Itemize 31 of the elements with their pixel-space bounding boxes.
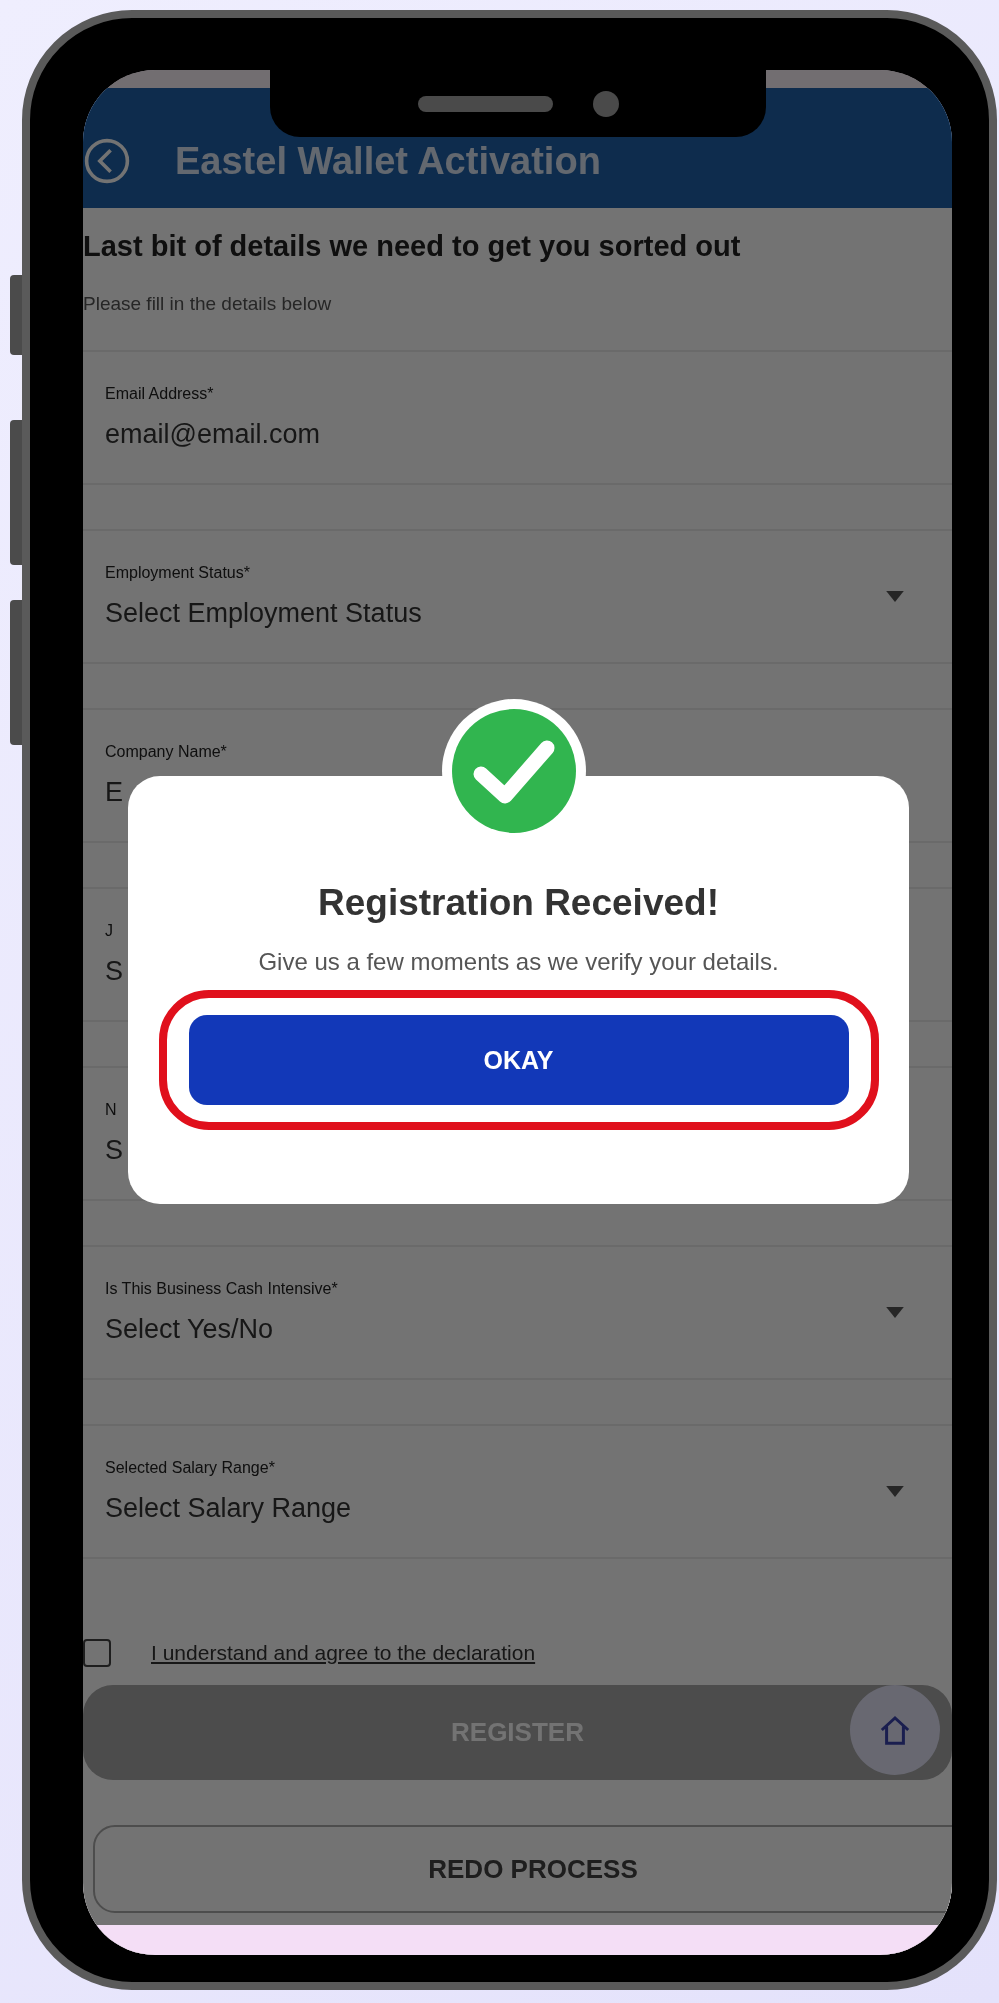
field-placeholder: E xyxy=(105,777,123,808)
field-label: Employment Status* xyxy=(105,564,251,582)
field-label: Selected Salary Range* xyxy=(105,1459,276,1477)
caret-icon xyxy=(886,1486,904,1497)
field-placeholder: S xyxy=(105,956,123,987)
app-title: Eastel Wallet Activation xyxy=(175,139,601,183)
field-label: Email Address* xyxy=(105,385,215,403)
field-placeholder: Select Salary Range xyxy=(105,1493,352,1524)
input-field[interactable]: Email Address* email@email.com xyxy=(83,350,952,485)
okay-button[interactable]: OKAY xyxy=(188,1015,849,1105)
declaration-link[interactable]: I understand and agree to the declaration xyxy=(151,1641,536,1665)
caret-icon xyxy=(886,591,904,602)
dropdown-field[interactable]: Selected Salary Range* Select Salary Range xyxy=(83,1424,952,1559)
field-placeholder: Select Employment Status xyxy=(105,598,422,629)
dialog-title: Registration Received! xyxy=(318,882,719,924)
dialog-message: Give us a few moments as we verify your details. xyxy=(258,948,779,976)
field-label: N xyxy=(105,1101,118,1119)
caret-icon xyxy=(886,1307,904,1318)
back-icon[interactable] xyxy=(83,137,131,185)
page-heading: Last bit of details we need to get you sorted out xyxy=(83,229,742,263)
field-placeholder: Select Yes/No xyxy=(105,1314,274,1345)
field-placeholder: email@email.com xyxy=(105,419,320,450)
field-label: J xyxy=(105,922,114,940)
dropdown-field[interactable]: Is This Business Cash Intensive* Select Yes/No xyxy=(83,1245,952,1380)
dropdown-field[interactable]: Employment Status* Select Employment Status xyxy=(83,529,952,664)
field-label: Company Name* xyxy=(105,743,228,761)
field-label: Is This Business Cash Intensive* xyxy=(105,1280,339,1298)
declaration-checkbox[interactable] xyxy=(83,1639,111,1667)
field-placeholder: S xyxy=(105,1135,123,1166)
page-subheading: Please fill in the details below xyxy=(83,293,333,315)
redo-process-button[interactable]: REDO PROCESS xyxy=(93,1825,952,1913)
